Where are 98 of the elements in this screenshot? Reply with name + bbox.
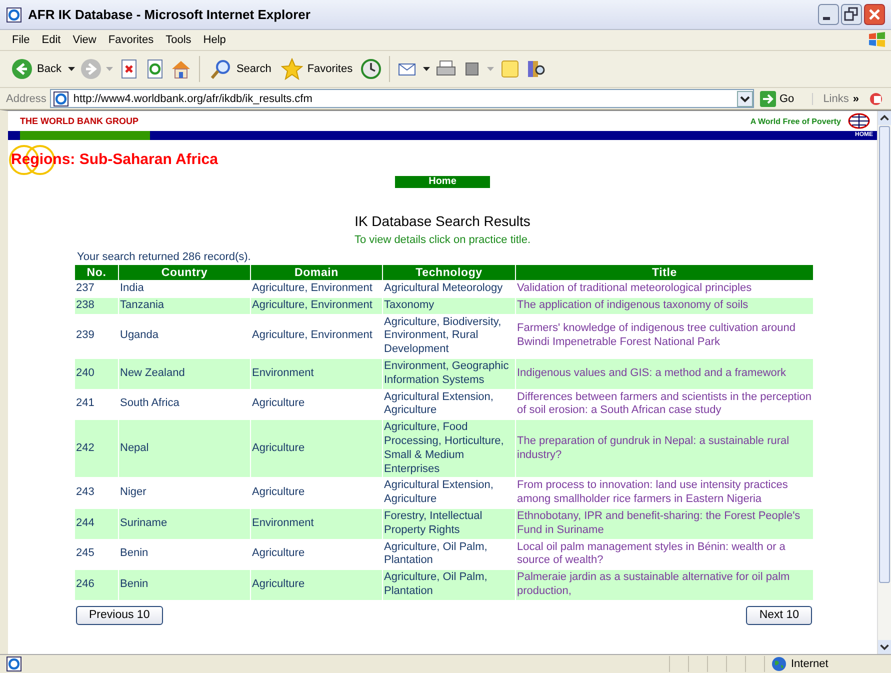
table-cell-text: Agriculture (251, 485, 306, 500)
restore-button[interactable] (841, 4, 862, 25)
links-label[interactable]: Links (812, 92, 849, 104)
search-button[interactable]: Search (207, 55, 274, 83)
title-link[interactable]: Validation of traditional meteorological principles (517, 282, 812, 296)
table-cell: Suriname (119, 508, 250, 539)
table-cell-text: Agriculture (251, 396, 306, 412)
title-link[interactable]: Differences between farmers and scientists in the perception of soil erosion: a South African case study (517, 390, 812, 418)
column-header: Country (119, 265, 250, 280)
home-icon[interactable] (170, 58, 192, 80)
title-link[interactable]: Ethnobotany, IPR and benefit-sharing: the Forest People's Fund in Suriname (517, 510, 812, 538)
table-cell: 240 (75, 358, 118, 389)
home-button[interactable]: Home (395, 176, 490, 188)
table-cell-text: Uganda (119, 328, 160, 344)
menu-item[interactable]: Help (197, 34, 232, 46)
table-cell-text: Niger (119, 485, 148, 500)
address-label: Address (6, 92, 46, 104)
table-cell-text: 237 (75, 281, 96, 296)
title-link[interactable]: Farmers' knowledge of indigenous tree cultivation around Bwindi Impenetrable Forest National Park (517, 322, 812, 350)
column-header: No. (75, 265, 118, 280)
table-cell-text: Agricultural Extension, Agriculture (383, 478, 494, 508)
table-cell: Taxonomy (383, 298, 515, 314)
title-link[interactable]: From process to innovation: land use intensity practices among smallholder rice farmers in Eastern Nigeria (517, 479, 812, 507)
table-cell-text: India (119, 281, 145, 296)
table-cell-text: 245 (75, 546, 96, 562)
table-cell: Environment (251, 358, 382, 389)
window-title: AFR IK Database - Microsoft Internet Explorer (28, 7, 310, 22)
table-cell: Benin (119, 570, 250, 600)
table-cell-text: 241 (75, 396, 96, 412)
result-count: Your search returned 286 record(s). (77, 251, 252, 263)
column-header: Domain (251, 265, 382, 280)
table-cell: 246 (75, 570, 118, 600)
globe-icon (771, 656, 787, 672)
caret-icon[interactable] (422, 66, 431, 72)
title-link[interactable]: Local oil palm management styles in Bénin: wealth or a source of wealth? (517, 540, 812, 568)
table-cell: Agriculture, Environment (251, 298, 382, 314)
url-text: http://www4.worldbank.org/afr/ikdb/ik_results.cfm (73, 92, 314, 104)
table-cell: Agriculture, Food Processing, Horticulture, Small & Medium Enterprises (383, 420, 515, 478)
table-cell: 244 (75, 508, 118, 539)
table-cell-text: South Africa (119, 396, 180, 412)
table-cell-text: Agriculture, Biodiversity, Environment, Rural Development (383, 314, 502, 358)
scroll-up-icon[interactable] (878, 111, 891, 125)
table-cell: 238 (75, 298, 118, 314)
table-cell: 242 (75, 420, 118, 478)
favorites-button[interactable]: Favorites (278, 55, 356, 83)
page-icon (53, 90, 70, 106)
browser-icon (6, 6, 22, 22)
column-header: Title (516, 265, 813, 280)
hint-text: To view details click on practice title. (354, 234, 531, 246)
table-cell: Forestry, Intellectual Property Rights (383, 508, 515, 539)
menu-item[interactable]: Edit (36, 34, 67, 46)
table-cell: Agriculture (251, 420, 382, 478)
go-arrow-icon (760, 90, 776, 106)
globe-logo-icon (847, 113, 871, 129)
menu-item[interactable]: Tools (160, 34, 198, 46)
zone-label: Internet (791, 658, 828, 670)
scrollbar[interactable] (877, 111, 891, 654)
table-cell-text: Benin (119, 546, 150, 562)
close-button[interactable] (864, 4, 885, 25)
address-field[interactable]: http://www4.worldbank.org/afr/ikdb/ik_results.cfm (50, 89, 754, 108)
title-link[interactable]: Palmeraie jardin as a sustainable alternative for oil palm production, (517, 571, 812, 599)
table-cell-text: Agriculture, Environment (251, 281, 374, 296)
go-button[interactable]: Go (758, 90, 808, 106)
table-cell-text: 239 (75, 328, 96, 344)
scroll-down-icon[interactable] (878, 640, 891, 654)
page-heading: IK Database Search Results (354, 212, 530, 230)
table-cell-text: Agriculture, Environment (251, 328, 374, 344)
search-icon (210, 58, 232, 80)
table-cell-text: Agriculture, Oil Palm, Plantation (383, 540, 488, 568)
page-icon (6, 656, 22, 672)
menu-item[interactable]: File (6, 34, 36, 46)
table-cell: Environment, Geographic Information Systems (383, 358, 515, 389)
table-cell-text: 243 (75, 485, 96, 500)
title-link[interactable]: The application of indigenous taxonomy of soils (517, 298, 812, 313)
table-cell-text: Agricultural Meteorology (383, 281, 504, 296)
brand-name[interactable]: THE WORLD BANK GROUP (20, 116, 138, 126)
links-chevron[interactable]: » (852, 92, 859, 104)
column-header: Technology (383, 265, 515, 280)
menu-item[interactable]: Favorites (102, 34, 160, 46)
table-cell: Environment (251, 508, 382, 539)
table-cell-text: Agricultural Extension, Agriculture (383, 390, 494, 418)
table-cell: Agriculture (251, 570, 382, 600)
table-cell: New Zealand (119, 358, 250, 389)
menu-item[interactable]: View (66, 34, 102, 46)
minimize-button[interactable] (818, 4, 839, 25)
tagline: A World Free of Poverty (750, 116, 841, 126)
history-icon[interactable] (360, 58, 382, 80)
next-button[interactable]: Next 10 (746, 606, 812, 625)
previous-button[interactable]: Previous 10 (76, 606, 163, 625)
caret-icon[interactable] (68, 66, 76, 72)
dropdown-button[interactable] (736, 90, 752, 106)
table-cell: Nepal (119, 420, 250, 478)
table-cell: Agriculture, Oil Palm, Plantation (383, 570, 515, 600)
table-cell: Tanzania (119, 298, 250, 314)
windows-logo-icon (867, 30, 887, 50)
table-cell-text: Agriculture (251, 546, 306, 562)
star-icon (281, 58, 304, 80)
back-button[interactable]: Back (8, 55, 64, 83)
